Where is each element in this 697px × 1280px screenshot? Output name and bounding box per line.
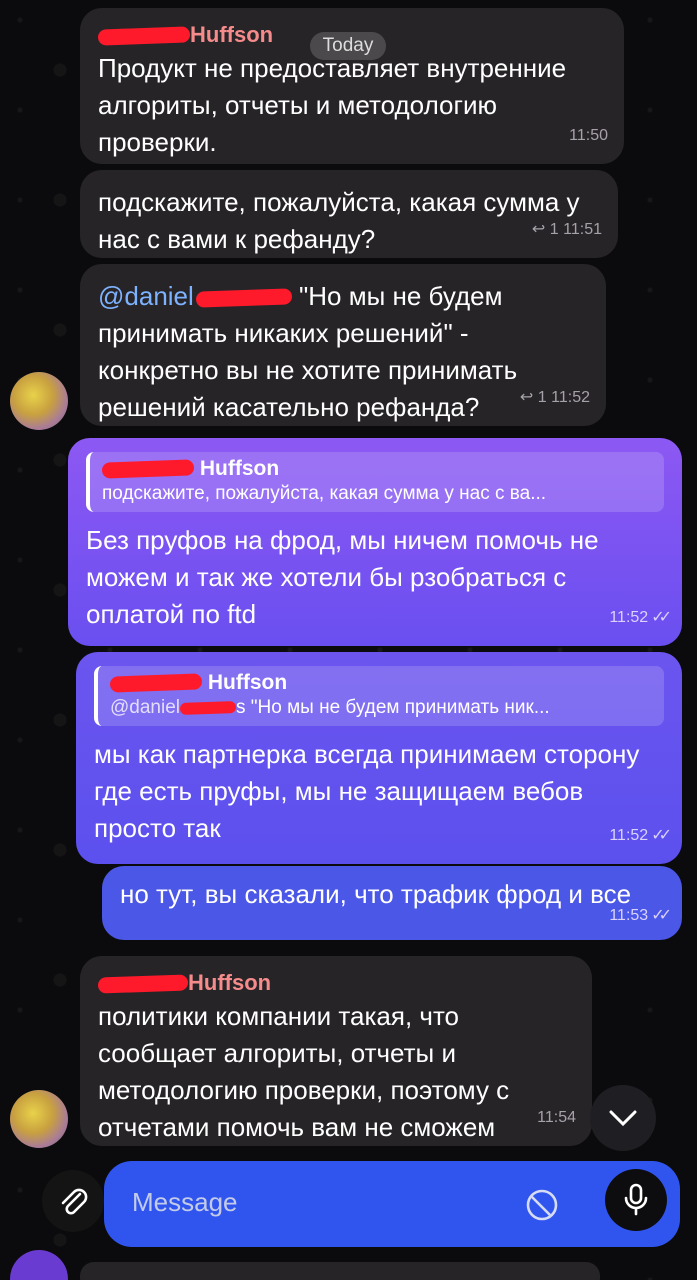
quote-sender: Huffson [101,456,654,482]
message-text: политики компании такая, что сообщает ал… [98,1001,510,1142]
redacted-name [101,459,195,480]
message-time: 11:54 [537,1109,576,1126]
reply-arrow-icon: ↩ [531,221,546,238]
redacted-name [97,974,189,994]
message-meta[interactable]: ↩ 1 11:52 [520,379,590,416]
incoming-message[interactable]: @daniel "Но мы не будем принимать никаки… [80,264,606,426]
redacted-name [179,701,237,715]
outgoing-message[interactable]: Huffson подскажите, пожалуйста, какая су… [68,438,682,646]
message-text: Без пруфов на фрод, мы ничем помочь не м… [86,525,599,629]
reply-quote[interactable]: Huffson подскажите, пожалуйста, какая су… [86,452,664,512]
double-check-icon: ✓✓ [651,907,672,924]
redacted-name [109,673,203,694]
redacted-name [195,288,293,308]
sender-avatar[interactable] [10,1090,68,1148]
quote-text: @daniel s "Но мы не будем принимать ник..… [110,697,550,718]
message-meta[interactable]: ↩ 1 11:51 [532,211,602,248]
message-meta: 11:52 ✓✓ [609,599,672,636]
message-time: 11:53 [609,907,649,924]
attach-button[interactable] [42,1170,104,1232]
message-text: Продукт не предоставляет внутренние алго… [98,53,567,157]
microphone-icon [624,1183,648,1216]
scroll-to-bottom-button[interactable] [590,1085,656,1151]
user-mention[interactable]: @daniel [98,281,194,311]
outgoing-message[interactable]: Huffson @daniel s "Но мы не будем принима… [76,652,682,864]
message-time: 11:52 [609,609,649,626]
redacted-name [97,26,191,46]
reply-arrow-icon: ↩ [519,389,534,406]
message-text: @daniel "Но мы не будем принимать никаки… [98,281,518,422]
sender-avatar[interactable] [10,372,68,430]
message-meta: 11:53 ✓✓ [609,897,672,934]
message-placeholder: Message [132,1187,238,1217]
reply-quote[interactable]: Huffson @daniel s "Но мы не будем принима… [94,666,664,726]
date-chip: Today [310,32,386,60]
reply-count: 1 [549,221,559,238]
message-meta: 11:52 ✓✓ [609,817,672,854]
double-check-icon: ✓✓ [651,827,672,844]
sender-name[interactable]: Huffson [97,970,574,996]
incoming-message[interactable]: подскажите, пожалуйста, какая сумма у на… [80,170,618,258]
message-time: 11:51 [563,221,602,238]
incoming-message[interactable]: Huffson политики компании такая, что соо… [80,956,592,1146]
outgoing-message[interactable]: но тут, вы сказали, что трафик фрод и вс… [102,866,682,940]
message-input[interactable]: Message [104,1161,680,1247]
quote-text: подскажите, пожалуйста, какая сумма у на… [102,483,547,504]
message-time: 11:52 [609,827,649,844]
message-time: 11:52 [551,389,590,406]
quote-sender: Huffson [109,670,654,696]
message-text: подскажите, пожалуйста, какая сумма у на… [98,187,580,254]
message-text: но тут, вы сказали, что трафик фрод и вс… [120,879,632,909]
voice-message-button[interactable] [605,1169,667,1231]
sticker-button[interactable] [520,1183,564,1227]
reply-count: 1 [537,389,547,406]
paperclip-icon [61,1188,88,1215]
double-check-icon: ✓✓ [651,609,672,626]
sticker-icon [526,1189,558,1221]
chevron-down-icon [609,1110,637,1127]
message-time: 11:50 [569,127,608,144]
incoming-message-peek [80,1262,600,1280]
message-text: мы как партнерка всегда принимаем сторон… [94,739,640,843]
